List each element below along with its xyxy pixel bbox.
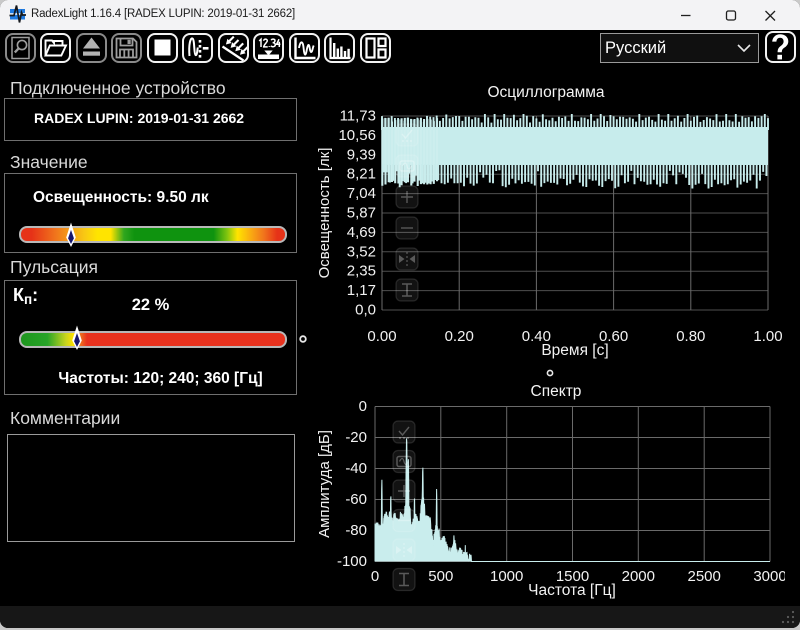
svg-text:-80: -80: [345, 522, 367, 539]
svg-text:7,04: 7,04: [347, 185, 376, 202]
svg-text:-100: -100: [337, 553, 367, 570]
svg-text:2500: 2500: [688, 568, 721, 585]
svg-text:Амплитуда [дБ]: Амплитуда [дБ]: [316, 430, 333, 538]
svg-text:-20: -20: [345, 429, 367, 446]
svg-text:0.80: 0.80: [676, 328, 705, 345]
svg-text:0: 0: [371, 568, 379, 585]
svg-text:0.20: 0.20: [445, 328, 474, 345]
svg-text:0,0: 0,0: [355, 302, 376, 319]
svg-text:2,35: 2,35: [347, 263, 376, 280]
svg-text:4,69: 4,69: [347, 224, 376, 241]
svg-text:2000: 2000: [622, 568, 655, 585]
svg-text:Освещенность [лк]: Освещенность [лк]: [316, 148, 333, 279]
svg-text:10,56: 10,56: [338, 127, 376, 144]
svg-text:Частота [Гц]: Частота [Гц]: [528, 582, 616, 599]
svg-text:500: 500: [428, 568, 453, 585]
svg-text:Спектр: Спектр: [531, 383, 582, 400]
svg-text:1000: 1000: [490, 568, 523, 585]
svg-text:3000: 3000: [753, 568, 785, 585]
svg-text:3,52: 3,52: [347, 243, 376, 260]
svg-text:Время [с]: Время [с]: [541, 342, 608, 359]
svg-text:11,73: 11,73: [340, 108, 376, 125]
svg-text:0: 0: [359, 398, 367, 415]
svg-text:-40: -40: [345, 460, 367, 477]
svg-text:1,17: 1,17: [347, 282, 376, 299]
svg-text:Осциллограмма: Осциллограмма: [487, 84, 604, 101]
svg-text:9,39: 9,39: [347, 146, 376, 163]
svg-text:1.00: 1.00: [753, 328, 782, 345]
svg-text:5,87: 5,87: [347, 205, 376, 222]
svg-text:-60: -60: [345, 491, 367, 508]
svg-text:0.00: 0.00: [367, 328, 396, 345]
svg-text:8,21: 8,21: [347, 166, 376, 183]
